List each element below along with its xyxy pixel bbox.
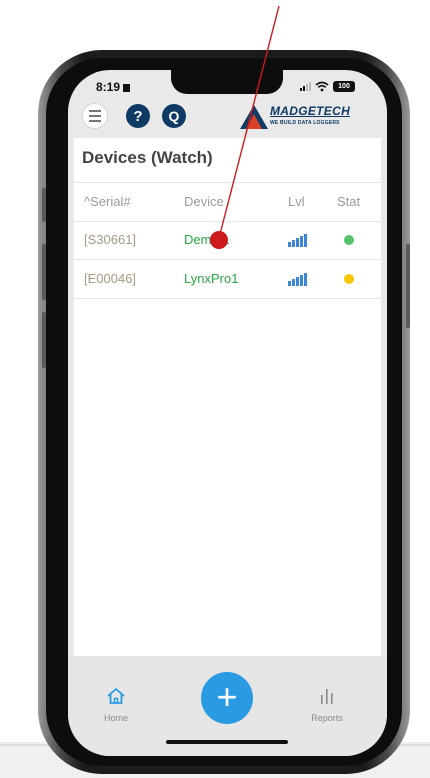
table-header: ^Serial# Device Lvl Stat — [74, 182, 381, 222]
wifi-icon — [315, 81, 329, 91]
help-icon: ? — [133, 107, 143, 125]
page-title: Devices (Watch) — [82, 148, 213, 167]
status-icons: 100 — [300, 79, 355, 93]
signal-level-icon — [288, 273, 307, 286]
devices-panel: Devices (Watch) ^Serial# Device Lvl Stat… — [74, 138, 381, 656]
power-button — [406, 244, 410, 328]
q-icon: Q — [168, 108, 180, 124]
q-button[interactable]: Q — [162, 104, 186, 128]
column-header-serial[interactable]: ^Serial# — [84, 183, 131, 221]
signal-level-icon — [288, 234, 307, 247]
home-icon — [107, 688, 125, 704]
column-header-device[interactable]: Device — [184, 183, 224, 221]
status-time: 8:19 — [96, 80, 131, 94]
serial-cell: [E00046] — [84, 271, 137, 286]
add-device-button[interactable]: + — [201, 672, 253, 724]
app-header: ? Q MADGETECH WE BUILD DATA LOGGERS — [68, 98, 387, 138]
reports-icon — [321, 689, 333, 704]
plus-icon: + — [216, 676, 238, 717]
volume-down-button — [42, 312, 46, 368]
mute-switch — [42, 188, 46, 222]
device-cell: Demo 1 — [184, 232, 230, 247]
volume-up-button — [42, 244, 46, 300]
nav-reports[interactable]: Reports — [304, 686, 350, 723]
column-header-level[interactable]: Lvl — [288, 183, 305, 221]
status-time-text: 8:19 — [96, 80, 121, 94]
battery-level: 100 — [338, 82, 350, 90]
device-cell: LynxPro1 — [184, 271, 239, 286]
table-row[interactable]: [S30661] Demo 1 — [74, 221, 381, 260]
help-button[interactable]: ? — [126, 104, 150, 128]
status-dot — [344, 274, 354, 284]
sim-icon — [123, 84, 131, 92]
table-row[interactable]: [E00046] LynxPro1 — [74, 260, 381, 299]
nav-reports-label: Reports — [311, 713, 343, 723]
madgetech-logo: MADGETECH WE BUILD DATA LOGGERS — [240, 100, 380, 134]
logo-name: MADGETECH — [270, 104, 351, 118]
camera-notch — [171, 70, 283, 94]
nav-home-label: Home — [103, 713, 128, 723]
column-header-status[interactable]: Stat — [337, 183, 360, 221]
hamburger-menu-button[interactable] — [82, 103, 108, 129]
cellular-signal-icon — [300, 81, 311, 91]
app-screen: 8:19 100 ? Q MADGETECH WE BUILD DATA LOG… — [68, 70, 387, 756]
home-indicator — [166, 740, 288, 744]
nav-home[interactable]: Home — [96, 686, 136, 723]
logo-mark-icon — [240, 105, 268, 129]
battery-icon: 100 — [333, 80, 355, 92]
status-dot — [344, 235, 354, 245]
logo-tagline: WE BUILD DATA LOGGERS — [270, 120, 340, 126]
serial-cell: [S30661] — [84, 232, 137, 247]
bottom-nav: Home + Reports — [68, 656, 387, 756]
